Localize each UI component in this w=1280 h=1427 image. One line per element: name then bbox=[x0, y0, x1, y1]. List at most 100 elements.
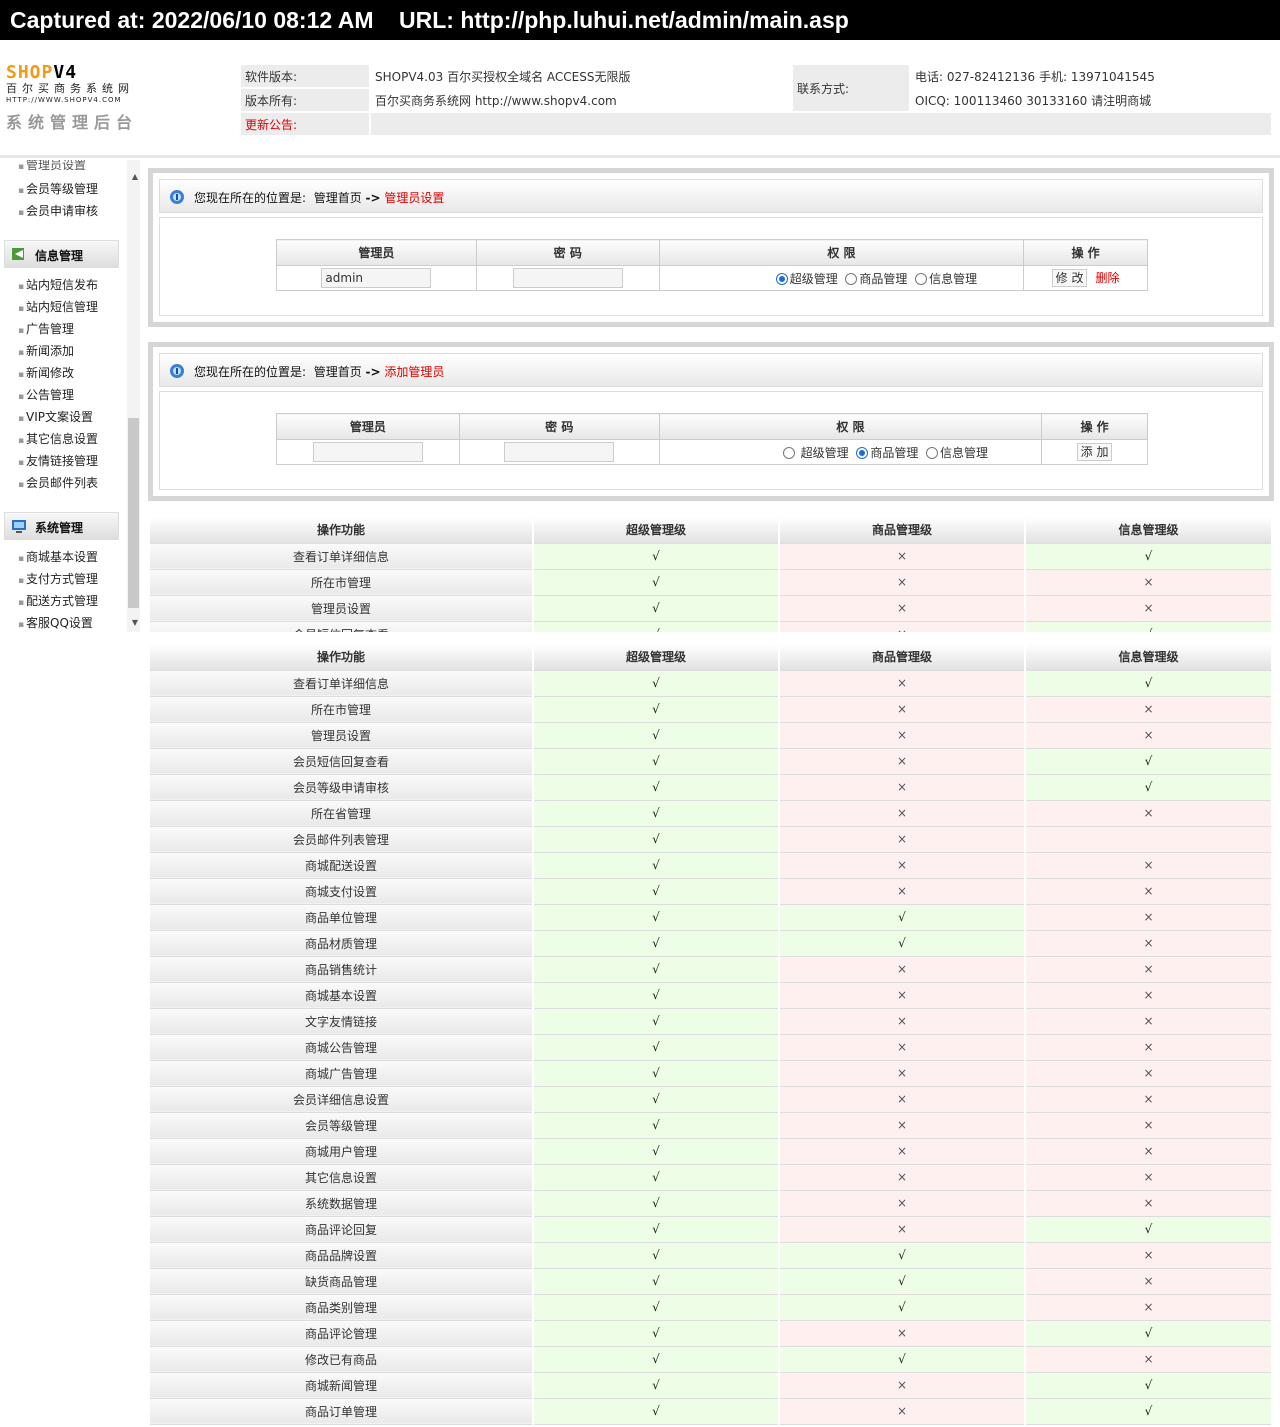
sidebar-item-member-levels[interactable]: ▪ 会员等级管理 bbox=[18, 180, 98, 197]
sidebar-item-news-add[interactable]: ▪ 新闻添加 bbox=[18, 342, 74, 359]
denied-cell: × bbox=[779, 748, 1026, 775]
function-name-cell: 商品类别管理 bbox=[150, 1294, 534, 1321]
denied-cell: × bbox=[779, 1034, 1026, 1061]
sidebar-item-member-review[interactable]: ▪ 会员申请审核 bbox=[18, 202, 98, 219]
sidebar-item-admin-settings[interactable]: ▪ 管理员设置 bbox=[18, 160, 86, 173]
new-admin-name-input[interactable] bbox=[312, 442, 423, 462]
function-name-cell: 商城广告管理 bbox=[150, 1060, 534, 1087]
delete-link[interactable]: 删除 bbox=[1095, 271, 1119, 285]
allowed-cell: √ bbox=[533, 982, 780, 1009]
sidebar-item-ads[interactable]: ▪ 广告管理 bbox=[18, 320, 74, 337]
sidebar-item-mail-list[interactable]: ▪ 会员邮件列表 bbox=[18, 474, 98, 491]
radio-product[interactable] bbox=[845, 272, 858, 285]
sidebar-item-other-info[interactable]: ▪ 其它信息设置 bbox=[18, 430, 98, 447]
denied-cell: × bbox=[779, 1112, 1026, 1139]
denied-cell: × bbox=[1025, 1242, 1273, 1269]
info-section-icon bbox=[12, 248, 24, 260]
permissions-header-cell: 商品管理级 bbox=[779, 517, 1026, 544]
denied-cell: × bbox=[1025, 1346, 1273, 1373]
sidebar-item-shop-basic[interactable]: ▪ 商城基本设置 bbox=[18, 548, 98, 565]
function-name-cell: 会员详细信息设置 bbox=[150, 1086, 534, 1113]
permissions-table-clipped: 操作功能 超级管理级 商品管理级 信息管理级 查看订单详细信息 √ × √ 所在市管理 √ × × 管理… bbox=[150, 517, 1272, 632]
denied-cell: × bbox=[779, 670, 1026, 697]
scroll-down-icon[interactable]: ▼ bbox=[132, 618, 138, 627]
allowed-cell: √ bbox=[533, 878, 780, 905]
scroll-up-icon[interactable]: ▲ bbox=[132, 172, 138, 181]
top-header: SHOPV4 百尔买商务系统网 HTTP://WWW.SHOPV4.COM 系统… bbox=[0, 40, 1280, 158]
allowed-cell: √ bbox=[533, 670, 780, 697]
denied-cell: × bbox=[779, 1216, 1026, 1243]
allowed-cell: √ bbox=[533, 1034, 780, 1061]
sidebar-section-info[interactable]: 信息管理 bbox=[4, 240, 119, 268]
denied-cell: × bbox=[779, 696, 1026, 723]
denied-cell: × bbox=[1025, 696, 1273, 723]
denied-cell: × bbox=[779, 543, 1026, 570]
denied-cell: × bbox=[779, 1320, 1026, 1347]
denied-cell: × bbox=[779, 826, 1026, 853]
denied-cell: × bbox=[1025, 1138, 1273, 1165]
sidebar-item-vip-copy[interactable]: ▪ VIP文案设置 bbox=[18, 408, 93, 425]
sidebar-item-sms-send[interactable]: ▪ 站内短信发布 bbox=[18, 276, 98, 293]
denied-cell: × bbox=[1025, 1086, 1273, 1113]
allowed-cell: √ bbox=[533, 1086, 780, 1113]
sidebar-section-system[interactable]: 系统管理 bbox=[4, 512, 119, 540]
denied-cell: × bbox=[1025, 1112, 1273, 1139]
breadcrumb-home[interactable]: 管理首页 bbox=[314, 191, 362, 205]
sidebar-item-qq[interactable]: ▪ 客服QQ设置 bbox=[18, 614, 93, 631]
denied-cell: × bbox=[779, 1008, 1026, 1035]
location-bar: 您现在所在的位置是: 管理首页 -> 管理员设置 bbox=[159, 179, 1263, 213]
admin-password-input[interactable] bbox=[512, 268, 623, 288]
table-row: 其它信息设置 √ × × bbox=[150, 1164, 1273, 1191]
allowed-cell: √ bbox=[533, 1216, 780, 1243]
sidebar-item-notices[interactable]: ▪ 公告管理 bbox=[18, 386, 74, 403]
sidebar-item-links[interactable]: ▪ 友情链接管理 bbox=[18, 452, 98, 469]
function-name-cell: 商品品牌设置 bbox=[150, 1242, 534, 1269]
edit-button[interactable]: 修 改 bbox=[1051, 269, 1088, 287]
contact-qq: OICQ: 100113460 30133160 请注明商城 bbox=[915, 93, 1152, 108]
radio-product[interactable] bbox=[856, 446, 869, 459]
sidebar-item-news-edit[interactable]: ▪ 新闻修改 bbox=[18, 364, 74, 381]
permission-radio-group: 超级管理 商品管理 信息管理 bbox=[658, 265, 1025, 291]
contact-label: 联系方式: bbox=[793, 65, 909, 111]
sidebar-item-payment[interactable]: ▪ 支付方式管理 bbox=[18, 570, 98, 587]
allowed-cell: √ bbox=[533, 1398, 780, 1425]
table-row: 商城支付设置 √ × × bbox=[150, 878, 1273, 905]
function-name-cell: 商城用户管理 bbox=[150, 1138, 534, 1165]
radio-info[interactable] bbox=[925, 446, 938, 459]
denied-cell: × bbox=[1025, 1164, 1273, 1191]
add-admin-table: 管理员 密 码 权 限 操 作 超级管理 商品管理 信息管理 添 加 bbox=[276, 413, 1148, 465]
function-name-cell: 商城新闻管理 bbox=[150, 1372, 534, 1399]
denied-cell: × bbox=[779, 621, 1026, 632]
allowed-cell: √ bbox=[533, 569, 780, 596]
scrollbar-thumb[interactable] bbox=[128, 418, 139, 608]
function-name-cell: 会员邮件列表管理 bbox=[150, 826, 534, 853]
admin-name-input[interactable]: admin bbox=[321, 268, 432, 288]
location-bar: 您现在所在的位置是: 管理首页 -> 添加管理员 bbox=[159, 353, 1263, 387]
radio-super[interactable] bbox=[782, 446, 795, 459]
sidebar-item-sms-manage[interactable]: ▪ 站内短信管理 bbox=[18, 298, 98, 315]
new-admin-password-input[interactable] bbox=[504, 442, 615, 462]
denied-cell: × bbox=[779, 982, 1026, 1009]
table-row: 商品评论回复 √ × √ bbox=[150, 1216, 1273, 1243]
denied-cell: × bbox=[779, 595, 1026, 622]
sidebar-scrollbar[interactable]: ▲ ▼ bbox=[127, 160, 140, 632]
table-row: 会员详细信息设置 √ × × bbox=[150, 1086, 1273, 1113]
permissions-frame-clipped[interactable]: 操作功能 超级管理级 商品管理级 信息管理级 查看订单详细信息 √ × √ 所在市管理 √ × × 管理… bbox=[150, 517, 1272, 632]
sidebar-item-shipping[interactable]: ▪ 配送方式管理 bbox=[18, 592, 98, 609]
denied-cell: × bbox=[1025, 1060, 1273, 1087]
add-button[interactable]: 添 加 bbox=[1076, 443, 1113, 461]
function-name-cell: 商城支付设置 bbox=[150, 878, 534, 905]
contact-phone: 电话: 027-82412136 手机: 13971041545 bbox=[915, 69, 1155, 84]
table-row: 商城用户管理 √ × × bbox=[150, 1138, 1273, 1165]
allowed-cell: √ bbox=[533, 956, 780, 983]
permission-radio-group: 超级管理 商品管理 信息管理 bbox=[658, 439, 1043, 465]
permissions-header-row: 操作功能 超级管理级 商品管理级 信息管理级 bbox=[150, 517, 1272, 544]
denied-cell: × bbox=[779, 852, 1026, 879]
sidebar: ▪ 管理员设置 ▪ 会员等级管理 ▪ 会员申请审核 信息管理 ▪ 站内短信发布 ▪ 站内短… bbox=[0, 160, 140, 632]
radio-info[interactable] bbox=[915, 272, 928, 285]
table-row: 会员邮件列表管理 √ × bbox=[150, 826, 1273, 853]
breadcrumb-home[interactable]: 管理首页 bbox=[314, 365, 362, 379]
function-name-cell: 商品材质管理 bbox=[150, 930, 534, 957]
denied-cell: × bbox=[1025, 904, 1273, 931]
radio-super[interactable] bbox=[775, 272, 788, 285]
